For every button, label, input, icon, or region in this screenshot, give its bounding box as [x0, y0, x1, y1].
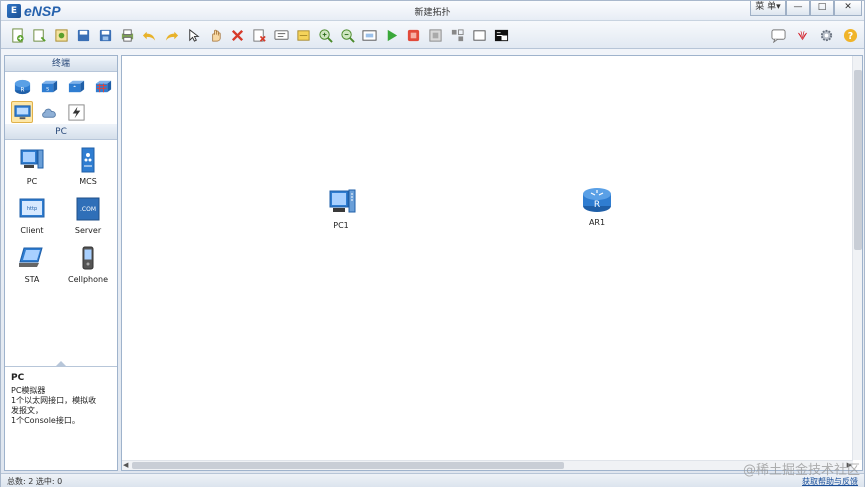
horizontal-scroll-thumb[interactable]: [132, 462, 564, 469]
redo-icon[interactable]: [161, 25, 181, 45]
description-pointer: [55, 361, 67, 367]
shape-icon[interactable]: [293, 25, 313, 45]
description-line: 发报文，: [11, 406, 43, 415]
delete-icon[interactable]: [227, 25, 247, 45]
status-bar: 总数: 2 选中: 0 获取帮助与反馈: [1, 473, 864, 487]
close-button[interactable]: ✕: [834, 1, 862, 16]
topology-icon[interactable]: [469, 25, 489, 45]
node-label: PC1: [333, 221, 349, 230]
save-as-icon[interactable]: [95, 25, 115, 45]
zoom-in-icon[interactable]: [315, 25, 335, 45]
toolbar-left: [7, 25, 511, 45]
status-count: 总数: 2 选中: 0: [7, 477, 63, 486]
category-row-2: [5, 98, 117, 124]
category-header: 终端: [5, 56, 117, 72]
start-device-icon[interactable]: [381, 25, 401, 45]
device-list: PC MCS http Client .COM Server STA Cellp…: [5, 140, 117, 288]
toolbar-right: ?: [768, 25, 860, 45]
device-pc[interactable]: PC: [7, 146, 57, 190]
menu-button[interactable]: 菜 单▾: [750, 1, 786, 16]
capture-icon[interactable]: [425, 25, 445, 45]
device-panel: 终端 R S PC PC MCS http Client .COM Server…: [4, 55, 118, 471]
select-icon[interactable]: [183, 25, 203, 45]
stop-device-icon[interactable]: [403, 25, 423, 45]
maximize-button[interactable]: □: [810, 1, 834, 16]
node-pc1[interactable]: PC1: [324, 186, 358, 230]
device-header: PC: [5, 124, 117, 140]
huawei-icon[interactable]: [792, 25, 812, 45]
pc-icon: [20, 149, 44, 169]
svg-text:S: S: [46, 86, 49, 92]
cloud-icon[interactable]: [38, 101, 60, 123]
device-label: Cellphone: [68, 275, 108, 284]
cellphone-icon: [82, 246, 94, 270]
open-icon[interactable]: [51, 25, 71, 45]
sta-icon: [19, 247, 43, 267]
router-icon: R: [583, 188, 611, 212]
chat-icon[interactable]: [768, 25, 788, 45]
svg-text:R: R: [594, 200, 600, 210]
ensp-logo-icon: E: [7, 4, 21, 18]
device-sta[interactable]: STA: [7, 244, 57, 288]
app-logo-text: eNSP: [24, 3, 61, 19]
undo-icon[interactable]: [139, 25, 159, 45]
device-label: STA: [24, 275, 40, 284]
device-label: Server: [74, 226, 102, 235]
vertical-scroll-thumb[interactable]: [854, 70, 862, 250]
app-logo: E eNSP: [7, 3, 61, 19]
new-topology-icon[interactable]: [7, 25, 27, 45]
minimize-button[interactable]: —: [786, 1, 810, 16]
zoom-out-icon[interactable]: [337, 25, 357, 45]
connection-icon[interactable]: [65, 101, 87, 123]
node-ar1[interactable]: R AR1: [580, 183, 614, 227]
server-icon: .COM: [76, 197, 100, 221]
svg-text:.COM: .COM: [80, 206, 96, 213]
device-client[interactable]: http Client: [7, 195, 57, 239]
toolbar: ?: [1, 21, 864, 49]
terminal-device-icon[interactable]: [11, 101, 33, 123]
switch-icon[interactable]: S: [38, 75, 60, 97]
svg-text:?: ?: [847, 30, 852, 41]
topology-canvas[interactable]: PC1 R AR1 ◀ ▶: [121, 55, 863, 471]
description-line: PC模拟器: [11, 386, 46, 395]
save-icon[interactable]: [73, 25, 93, 45]
firewall-icon[interactable]: [92, 75, 114, 97]
ensp-window: E eNSP 新建拓扑 菜 单▾ — □ ✕ ? 终端 R S PC PC MC…: [0, 0, 865, 487]
category-row-1: R S: [5, 72, 117, 98]
new-tab-icon[interactable]: [29, 25, 49, 45]
description-line: 1个以太网接口，模拟收: [11, 396, 97, 405]
watermark: @稀土掘金技术社区: [742, 463, 860, 478]
pc-icon: [329, 189, 356, 213]
device-label: MCS: [79, 177, 97, 186]
terminal-icon[interactable]: [491, 25, 511, 45]
fullscreen-icon[interactable]: [447, 25, 467, 45]
description-line: 1个Console接口。: [11, 416, 80, 425]
router-icon[interactable]: R: [11, 75, 33, 97]
settings-icon[interactable]: [816, 25, 836, 45]
device-mcs[interactable]: MCS: [63, 146, 113, 190]
help-icon[interactable]: ?: [840, 25, 860, 45]
device-label: PC: [26, 177, 38, 186]
device-server[interactable]: .COM Server: [63, 195, 113, 239]
svg-text:R: R: [20, 87, 24, 93]
scroll-left-icon[interactable]: ◀: [123, 461, 128, 469]
print-icon[interactable]: [117, 25, 137, 45]
svg-text:http: http: [27, 206, 37, 212]
device-cellphone[interactable]: Cellphone: [63, 244, 113, 288]
window-title: 新建拓扑: [414, 8, 451, 18]
window-controls: 菜 单▾ — □ ✕: [750, 1, 862, 16]
description-title: PC: [11, 373, 25, 383]
wlan-icon[interactable]: [65, 75, 87, 97]
fit-view-icon[interactable]: [359, 25, 379, 45]
text-note-icon[interactable]: [271, 25, 291, 45]
vertical-scrollbar[interactable]: [852, 56, 862, 460]
mcs-icon: [81, 147, 95, 173]
device-description: PC PC模拟器 1个以太网接口，模拟收 发报文， 1个Console接口。: [5, 361, 117, 470]
pan-icon[interactable]: [205, 25, 225, 45]
node-label: AR1: [588, 218, 606, 227]
client-icon: http: [19, 198, 45, 218]
delete-link-icon[interactable]: [249, 25, 269, 45]
device-label: Client: [20, 226, 44, 235]
title-bar: E eNSP 新建拓扑 菜 单▾ — □ ✕: [1, 1, 864, 21]
